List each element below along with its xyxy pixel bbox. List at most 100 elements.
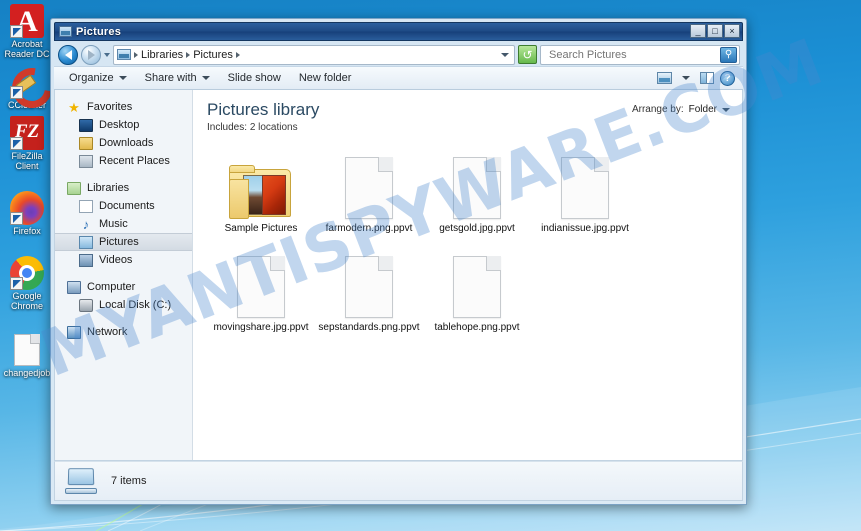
search-input[interactable]	[547, 47, 720, 62]
desktop-icon-label: FileZilla Client	[11, 151, 43, 171]
search-icon[interactable]: ⚲	[720, 46, 737, 63]
new-folder-label: New folder	[298, 72, 352, 84]
file-thumbnail	[453, 246, 501, 318]
library-includes: Includes: 2 locations	[207, 122, 319, 133]
downloads-icon	[79, 136, 93, 150]
desktop-icon-acrobat-reader[interactable]: Acrobat Reader DC	[0, 4, 54, 59]
shortcut-overlay-icon	[10, 25, 23, 38]
library-icon	[117, 49, 131, 60]
sidebar-item-desktop[interactable]: Desktop	[55, 116, 192, 134]
list-item[interactable]: movingshare.jpg.ppvt	[207, 246, 315, 333]
window-title: Pictures	[76, 25, 122, 38]
sidebar-item-pictures[interactable]: Pictures	[55, 233, 192, 251]
breadcrumb-libraries[interactable]: Libraries	[141, 49, 183, 61]
library-header-text: Pictures library Includes: 2 locations	[207, 100, 319, 133]
nav-group-libraries: Libraries Documents ♪ Music Pictures Vid…	[55, 179, 192, 269]
share-with-button[interactable]: Share with	[136, 68, 219, 88]
list-item[interactable]: indianissue.jpg.ppvt	[531, 147, 639, 234]
desktop-icon-list: Acrobat Reader DC CCleaner FileZilla Cli…	[0, 4, 54, 384]
title-bar[interactable]: Pictures _ □ ×	[54, 22, 743, 41]
close-button[interactable]: ×	[724, 24, 740, 38]
list-item[interactable]: getsgold.jpg.ppvt	[423, 147, 531, 234]
file-list-pane[interactable]: Pictures library Includes: 2 locations A…	[193, 90, 742, 460]
nav-header-network[interactable]: Network	[55, 323, 192, 341]
window-controls: _ □ ×	[690, 24, 740, 38]
sidebar-item-recent-places[interactable]: Recent Places	[55, 152, 192, 170]
explorer-window: Pictures _ □ × Libraries Pictures ↺ Sear…	[50, 18, 747, 505]
organize-button[interactable]: Organize	[60, 68, 136, 88]
sidebar-item-music[interactable]: ♪ Music	[55, 215, 192, 233]
nav-label: Network	[87, 326, 128, 338]
ccleaner-icon	[10, 65, 44, 99]
sidebar-item-documents[interactable]: Documents	[55, 197, 192, 215]
minimize-button[interactable]: _	[690, 24, 706, 38]
nav-label: Downloads	[99, 137, 154, 149]
navigation-pane: ★ Favorites Desktop Downloads Recent Pla…	[55, 90, 193, 460]
desktop-icon-ccleaner[interactable]: CCleaner	[0, 65, 54, 110]
blank-file-icon	[345, 256, 393, 318]
refresh-button[interactable]: ↺	[518, 45, 537, 64]
breadcrumb-separator-icon	[186, 51, 191, 58]
forward-button[interactable]	[81, 44, 101, 65]
sidebar-item-local-disk-c[interactable]: Local Disk (C:)	[55, 296, 192, 314]
firefox-icon	[10, 191, 44, 225]
sidebar-item-downloads[interactable]: Downloads	[55, 134, 192, 152]
desktop-icon-label: Acrobat Reader DC	[4, 39, 50, 59]
includes-label: Includes:	[207, 122, 248, 133]
preview-pane-button[interactable]	[697, 69, 716, 87]
list-item[interactable]: Sample Pictures	[207, 147, 315, 234]
list-item[interactable]: farmodern.png.ppvt	[315, 147, 423, 234]
videos-icon	[79, 253, 93, 267]
search-box[interactable]: ⚲	[540, 44, 740, 65]
view-dropdown-button[interactable]	[676, 69, 695, 87]
libraries-icon	[67, 181, 81, 195]
computer-status-icon	[65, 468, 97, 494]
refresh-icon: ↺	[522, 47, 533, 62]
desktop-icon-changedjob[interactable]: changedjob	[0, 333, 54, 378]
file-name: getsgold.jpg.ppvt	[439, 223, 515, 234]
maximize-button[interactable]: □	[707, 24, 723, 38]
nav-label: Local Disk (C:)	[99, 299, 172, 311]
sidebar-item-videos[interactable]: Videos	[55, 251, 192, 269]
blank-file-icon	[345, 157, 393, 219]
desktop-icon-google-chrome[interactable]: Google Chrome	[0, 256, 54, 311]
list-item[interactable]: sepstandards.png.ppvt	[315, 246, 423, 333]
nav-group-computer: Computer Local Disk (C:)	[55, 278, 192, 314]
desktop-icon-firefox[interactable]: Firefox	[0, 191, 54, 236]
address-bar[interactable]: Libraries Pictures	[113, 44, 515, 65]
arrange-by-value: Folder	[688, 104, 717, 115]
nav-header-favorites[interactable]: ★ Favorites	[55, 98, 192, 116]
computer-icon	[67, 280, 81, 294]
file-name: movingshare.jpg.ppvt	[213, 322, 309, 333]
blank-file-icon	[561, 157, 609, 219]
desktop-icon-filezilla[interactable]: FileZilla Client	[0, 116, 54, 171]
blank-file-icon	[453, 157, 501, 219]
file-thumbnail	[229, 147, 293, 219]
shortcut-overlay-icon	[10, 86, 23, 99]
recent-pages-chevron-icon[interactable]	[104, 52, 110, 57]
nav-label: Computer	[87, 281, 136, 293]
back-button[interactable]	[58, 44, 78, 65]
includes-value: 2 locations	[249, 122, 298, 133]
breadcrumb-pictures[interactable]: Pictures	[193, 49, 233, 61]
desktop-icon	[79, 118, 93, 132]
arrange-by-label: Arrange by:	[631, 104, 684, 115]
list-item[interactable]: tablehope.png.ppvt	[423, 246, 531, 333]
status-bar: 7 items	[54, 461, 743, 501]
folder-with-pictures-icon	[229, 165, 293, 219]
nav-group-favorites: ★ Favorites Desktop Downloads Recent Pla…	[55, 98, 192, 170]
pictures-icon	[79, 235, 93, 249]
arrange-caret-icon	[722, 107, 730, 112]
nav-header-libraries[interactable]: Libraries	[55, 179, 192, 197]
new-folder-button[interactable]: New folder	[290, 68, 361, 88]
arrange-by-control[interactable]: Arrange by: Folder	[632, 100, 730, 115]
change-view-button[interactable]	[655, 69, 674, 87]
nav-label: Music	[99, 218, 128, 230]
file-name: tablehope.png.ppvt	[434, 322, 520, 333]
help-button[interactable]: ?	[718, 69, 737, 87]
slide-show-button[interactable]: Slide show	[219, 68, 290, 88]
nav-header-computer[interactable]: Computer	[55, 278, 192, 296]
change-view-icon	[657, 72, 672, 84]
address-dropdown-icon[interactable]	[501, 52, 509, 57]
forward-arrow-icon	[87, 49, 95, 60]
